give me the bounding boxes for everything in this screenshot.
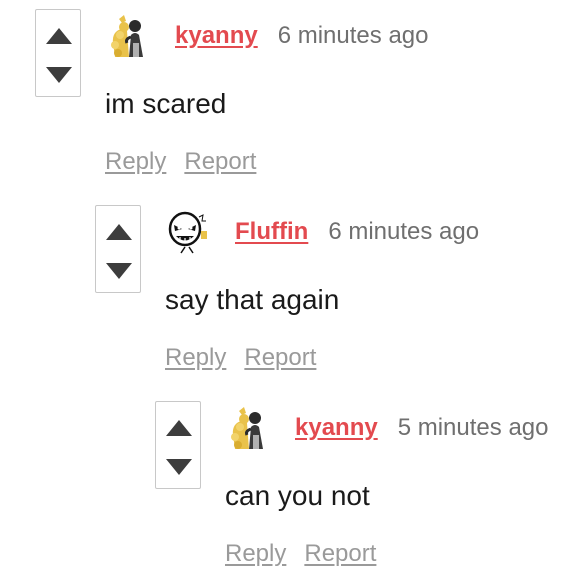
avatar[interactable]	[165, 209, 211, 255]
triangle-up-icon	[106, 224, 132, 240]
vote-box	[35, 9, 81, 97]
comment-text: say that again	[165, 284, 340, 315]
vote-box	[155, 401, 201, 489]
username-link[interactable]: kyanny	[175, 22, 258, 49]
triangle-down-icon	[166, 459, 192, 475]
comment-actions: Reply Report	[165, 343, 316, 373]
upvote-button[interactable]	[105, 221, 133, 243]
triangle-down-icon	[46, 67, 72, 83]
timestamp: 6 minutes ago	[277, 22, 429, 49]
avatar[interactable]	[105, 13, 151, 59]
report-link[interactable]: Report	[184, 148, 256, 175]
report-link[interactable]: Report	[244, 344, 316, 371]
triangle-up-icon	[166, 420, 192, 436]
comment-header: kyanny 5 minutes ago	[295, 413, 548, 443]
comment-3: kyanny 5 minutes ago can you not Reply Rep…	[155, 401, 565, 571]
comment-1: kyanny 6 minutes ago im scared Reply Repor…	[35, 9, 555, 179]
skull-face-avatar	[165, 209, 211, 255]
comment-text: im scared	[105, 88, 227, 119]
comment-text: can you not	[225, 480, 370, 511]
username-link[interactable]: kyanny	[295, 414, 378, 441]
reply-link[interactable]: Reply	[105, 148, 166, 175]
comment-header: kyanny 6 minutes ago	[175, 21, 428, 51]
comment-2: Fluffin 6 minutes ago say that again Repl…	[95, 205, 555, 375]
triangle-up-icon	[46, 28, 72, 44]
upvote-button[interactable]	[165, 417, 193, 439]
timestamp: 5 minutes ago	[397, 414, 549, 441]
upvote-button[interactable]	[45, 25, 73, 47]
triangle-down-icon	[106, 263, 132, 279]
avatar[interactable]	[225, 405, 271, 451]
vote-box	[95, 205, 141, 293]
username-link[interactable]: Fluffin	[235, 218, 308, 245]
downvote-button[interactable]	[45, 64, 73, 86]
couple-kiss-avatar	[225, 405, 271, 451]
downvote-button[interactable]	[165, 456, 193, 478]
reply-link[interactable]: Reply	[225, 540, 286, 567]
comment-actions: Reply Report	[225, 539, 376, 569]
report-link[interactable]: Report	[304, 540, 376, 567]
couple-kiss-avatar	[105, 13, 151, 59]
reply-link[interactable]: Reply	[165, 344, 226, 371]
downvote-button[interactable]	[105, 260, 133, 282]
timestamp: 6 minutes ago	[328, 218, 480, 245]
comment-actions: Reply Report	[105, 147, 256, 177]
comment-header: Fluffin 6 minutes ago	[235, 217, 479, 247]
